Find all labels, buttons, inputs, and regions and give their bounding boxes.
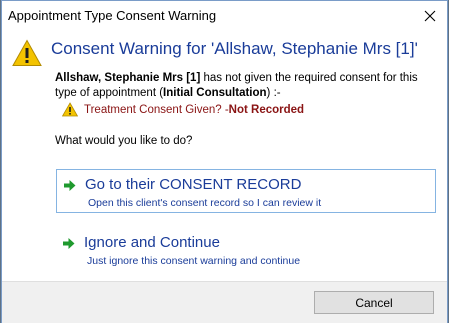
consent-message: Allshaw, Stephanie Mrs [1] has not given… (55, 71, 440, 101)
appointment-type: Initial Consultation (163, 87, 267, 99)
client-name: Allshaw, Stephanie Mrs [1] (55, 72, 201, 84)
window-title: Appointment Type Consent Warning (8, 8, 217, 23)
title-bar: Appointment Type Consent Warning (2, 1, 447, 31)
option-description: Just ignore this consent warning and con… (87, 255, 301, 267)
consent-status: Not Recorded (228, 103, 305, 116)
cancel-button[interactable]: Cancel (314, 291, 434, 314)
message-text-part2: ) :- (266, 87, 281, 99)
warning-triangle-icon (62, 102, 78, 117)
go-to-consent-record-option[interactable]: Go to their CONSENT RECORD Open this cli… (56, 169, 436, 213)
consent-warning-dialog: Appointment Type Consent Warning Consent… (1, 0, 448, 323)
green-arrow-icon (63, 238, 75, 249)
warning-triangle-icon (12, 39, 42, 66)
warning-heading: Consent Warning for 'Allshaw, Stephanie … (51, 39, 418, 58)
action-prompt: What would you like to do? (55, 135, 193, 147)
close-icon (424, 10, 436, 22)
option-title: Go to their CONSENT RECORD (85, 176, 302, 193)
close-button[interactable] (413, 1, 447, 31)
consent-label: Treatment Consent Given? - (84, 103, 229, 116)
consent-status-row: Treatment Consent Given? - Not Recorded (62, 102, 304, 117)
ignore-and-continue-option[interactable]: Ignore and Continue Just ignore this con… (56, 228, 436, 272)
option-description: Open this client's consent record so I c… (88, 197, 322, 209)
dialog-footer: Cancel (2, 281, 447, 323)
green-arrow-icon (64, 180, 76, 191)
option-title: Ignore and Continue (84, 234, 220, 251)
